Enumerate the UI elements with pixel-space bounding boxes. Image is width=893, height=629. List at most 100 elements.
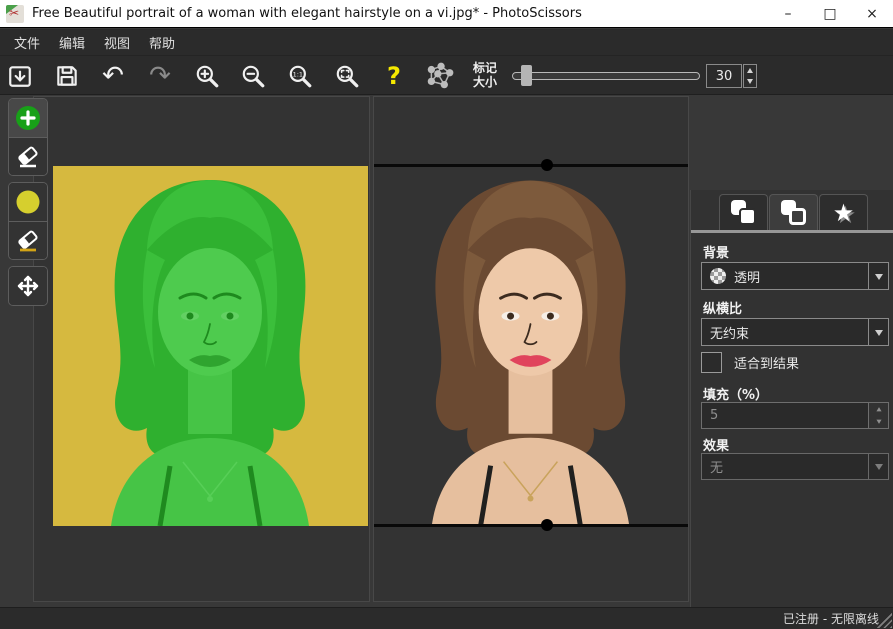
zoom-fit-icon bbox=[334, 63, 360, 89]
foreground-eraser-tool-button[interactable] bbox=[9, 137, 47, 175]
sidebar-tabbar: ★ bbox=[691, 190, 893, 230]
layers-outline-icon bbox=[781, 200, 806, 225]
up-arrow-icon bbox=[747, 65, 753, 73]
segmentation-graph-button[interactable] bbox=[424, 60, 456, 92]
zoom-out-button[interactable] bbox=[237, 60, 269, 92]
zoom-in-icon bbox=[194, 63, 220, 89]
title-bar: Free Beautiful portrait of a woman with … bbox=[0, 0, 893, 28]
zoom-actual-icon: 1:1 bbox=[287, 63, 313, 89]
eraser-yellow-icon bbox=[15, 228, 41, 254]
svg-text:1:1: 1:1 bbox=[293, 71, 303, 79]
move-icon bbox=[15, 273, 41, 299]
marker-size-value[interactable]: 30 bbox=[706, 64, 742, 88]
padding-spinbox: 5 bbox=[701, 402, 889, 429]
move-tool-button[interactable] bbox=[9, 267, 47, 305]
effects-select-arrow[interactable] bbox=[868, 454, 888, 479]
layers-filled-icon bbox=[731, 200, 756, 225]
menu-file[interactable]: 文件 bbox=[8, 29, 46, 56]
close-button[interactable]: × bbox=[851, 0, 893, 27]
padding-down-button[interactable] bbox=[869, 416, 888, 429]
tab-effects[interactable]: ★ bbox=[819, 194, 868, 230]
marker-size-down-button[interactable] bbox=[744, 76, 756, 87]
move-tool-group bbox=[8, 266, 48, 306]
menu-help[interactable]: 帮助 bbox=[143, 29, 181, 56]
marker-size-slider[interactable] bbox=[512, 72, 700, 80]
foreground-marker-tool-button[interactable] bbox=[9, 99, 47, 137]
padding-label: 填充（%） bbox=[703, 384, 768, 403]
help-icon: ? bbox=[387, 64, 401, 88]
crop-handle-top[interactable] bbox=[541, 159, 553, 171]
background-select-value: 透明 bbox=[734, 267, 760, 286]
zoom-in-button[interactable] bbox=[191, 60, 223, 92]
padding-value[interactable]: 5 bbox=[701, 402, 869, 429]
marker-size-spinner bbox=[743, 64, 757, 88]
down-arrow-icon bbox=[747, 79, 753, 87]
crop-boundary-bottom[interactable] bbox=[374, 524, 688, 527]
zoom-actual-button[interactable]: 1:1 bbox=[284, 60, 316, 92]
marker-size-up-button[interactable] bbox=[744, 65, 756, 76]
effects-value: 无 bbox=[710, 457, 723, 476]
eraser-white-icon bbox=[15, 144, 41, 170]
undo-icon: ↶ bbox=[102, 63, 124, 89]
open-button[interactable] bbox=[4, 60, 36, 92]
marker-size-slider-handle[interactable] bbox=[521, 65, 532, 86]
crop-boundary-top[interactable] bbox=[374, 164, 688, 167]
status-bar: 已注册 - 无限离线 bbox=[0, 607, 893, 629]
maximize-button[interactable]: □ bbox=[809, 0, 851, 27]
background-section-label: 背景 bbox=[703, 242, 729, 261]
marked-original-image bbox=[53, 166, 368, 526]
effects-select[interactable]: 无 bbox=[701, 453, 889, 480]
zoom-out-icon bbox=[240, 63, 266, 89]
original-image-canvas[interactable] bbox=[33, 96, 370, 602]
settings-sidebar: ★ 背景 透明 纵横比 无约束 适合到结果 填充（%） bbox=[690, 190, 893, 629]
app-icon bbox=[6, 5, 24, 23]
fit-to-result-checkbox[interactable] bbox=[701, 352, 722, 373]
help-button[interactable]: ? bbox=[378, 60, 410, 92]
photoscissors-window: Free Beautiful portrait of a woman with … bbox=[0, 0, 893, 629]
chevron-down-icon bbox=[875, 330, 883, 340]
cutout-result-image bbox=[374, 166, 688, 526]
toolbar: ↶ ↷ 1:1 ? 标记 大小 30 bbox=[0, 56, 893, 95]
aspect-ratio-select[interactable]: 无约束 bbox=[701, 318, 889, 346]
save-button[interactable] bbox=[51, 60, 83, 92]
background-tool-group bbox=[8, 182, 48, 260]
save-icon bbox=[54, 63, 80, 89]
aspect-ratio-select-arrow[interactable] bbox=[868, 319, 888, 345]
padding-spinner bbox=[869, 402, 889, 429]
yellow-circle-icon bbox=[15, 189, 41, 215]
background-eraser-tool-button[interactable] bbox=[9, 221, 47, 259]
up-arrow-icon bbox=[876, 404, 881, 411]
zoom-fit-button[interactable] bbox=[331, 60, 363, 92]
padding-up-button[interactable] bbox=[869, 403, 888, 416]
undo-button[interactable]: ↶ bbox=[97, 60, 129, 92]
menu-edit[interactable]: 编辑 bbox=[53, 29, 91, 56]
result-image-canvas[interactable] bbox=[373, 96, 689, 602]
crop-handle-bottom[interactable] bbox=[541, 519, 553, 531]
down-arrow-icon bbox=[876, 420, 881, 427]
tabbar-divider bbox=[691, 230, 893, 233]
tab-foreground[interactable] bbox=[719, 194, 768, 230]
minimize-button[interactable]: – bbox=[767, 0, 809, 27]
background-select[interactable]: 透明 bbox=[701, 262, 889, 290]
effects-label: 效果 bbox=[703, 435, 729, 454]
open-icon bbox=[7, 63, 33, 89]
aspect-ratio-value: 无约束 bbox=[710, 323, 749, 342]
chevron-down-icon bbox=[875, 464, 883, 474]
background-marker-tool-button[interactable] bbox=[9, 183, 47, 221]
chevron-down-icon bbox=[875, 274, 883, 284]
network-icon bbox=[426, 62, 454, 90]
redo-button[interactable]: ↷ bbox=[144, 60, 176, 92]
window-controls: – □ × bbox=[767, 0, 893, 27]
fit-to-result-row: 适合到结果 bbox=[701, 352, 799, 373]
window-title: Free Beautiful portrait of a woman with … bbox=[32, 6, 582, 21]
background-select-arrow[interactable] bbox=[868, 263, 888, 289]
background-select-value-row: 透明 bbox=[702, 263, 868, 289]
foreground-tool-group bbox=[8, 98, 48, 176]
fit-to-result-label: 适合到结果 bbox=[734, 353, 799, 372]
workspace: ★ 背景 透明 纵横比 无约束 适合到结果 填充（%） bbox=[0, 95, 893, 607]
star-icon: ★ bbox=[833, 201, 855, 225]
transparent-swatch-icon bbox=[710, 268, 726, 284]
tab-background[interactable] bbox=[769, 194, 818, 230]
menu-view[interactable]: 视图 bbox=[98, 29, 136, 56]
green-plus-icon bbox=[15, 105, 41, 131]
